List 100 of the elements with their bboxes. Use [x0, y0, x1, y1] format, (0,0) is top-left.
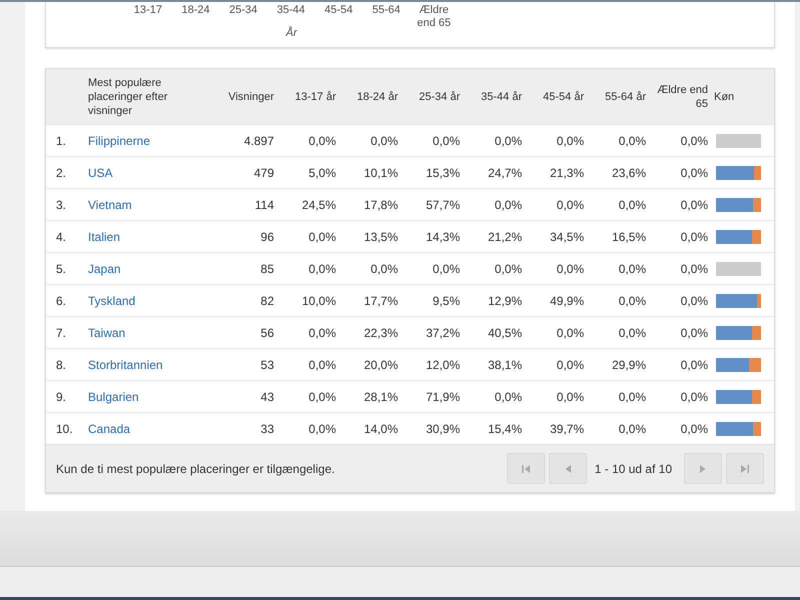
rank-number: 3. — [55, 198, 66, 212]
age-percentage: 15,3% — [426, 166, 460, 180]
place-link[interactable]: Storbritannien — [88, 358, 163, 372]
place-link[interactable]: USA — [88, 166, 113, 180]
age-percentage: 17,8% — [364, 198, 398, 212]
place-link[interactable]: Bulgarien — [88, 390, 139, 404]
rank-number: 7. — [55, 326, 66, 340]
views-count: 4.897 — [244, 134, 274, 148]
views-count: 82 — [260, 294, 274, 308]
column-header: Mest populære placeringer efter visninger — [88, 76, 168, 116]
views-count: 96 — [260, 230, 274, 244]
views-count: 43 — [260, 390, 274, 404]
age-percentage: 0,0% — [618, 390, 646, 404]
age-percentage: 0,0% — [308, 422, 336, 436]
age-percentage: 39,7% — [550, 422, 584, 436]
age-percentage: 12,0% — [426, 358, 460, 372]
age-percentage: 49,9% — [550, 294, 584, 308]
axis-title: År — [286, 27, 297, 39]
age-percentage: 20,0% — [364, 358, 398, 372]
place-link[interactable]: Canada — [88, 422, 130, 436]
age-percentage: 17,7% — [364, 294, 398, 308]
age-percentage: 0,0% — [556, 198, 584, 212]
age-percentage: 0,0% — [494, 262, 522, 276]
axis-label: 18-24 — [180, 4, 211, 18]
views-count: 56 — [260, 326, 274, 340]
age-percentage: 57,7% — [426, 198, 460, 212]
age-percentage: 0,0% — [680, 198, 708, 212]
age-percentage: 0,0% — [308, 390, 336, 404]
age-percentage: 0,0% — [680, 294, 708, 308]
column-header: Ældre end 65 — [657, 84, 708, 110]
column-header: 25-34 år — [419, 90, 460, 102]
rank-number: 5. — [55, 262, 66, 276]
age-percentage: 23,6% — [612, 166, 646, 180]
views-count: 114 — [254, 198, 274, 212]
axis-label: 35-44 — [276, 4, 306, 18]
axis-label: 25-34 — [228, 4, 258, 18]
column-header: Visninger — [228, 90, 274, 102]
place-link[interactable]: Taiwan — [88, 326, 126, 340]
age-percentage: 10,0% — [302, 294, 336, 308]
age-percentage: 24,7% — [488, 166, 522, 180]
age-percentage: 0,0% — [494, 134, 522, 148]
age-percentage: 0,0% — [370, 262, 398, 276]
page-range: 1 - 10 ud af 10 — [594, 462, 672, 476]
age-percentage: 0,0% — [680, 326, 708, 340]
footer-note: Kun de ti mest populære placeringer er tilgængelige. — [56, 462, 336, 476]
rank-number: 6. — [55, 294, 66, 308]
age-percentage: 71,9% — [426, 390, 460, 404]
column-header: 18-24 år — [357, 90, 398, 102]
age-percentage: 14,3% — [426, 230, 460, 244]
axis-label: 45-54 — [324, 4, 354, 18]
age-percentage: 0,0% — [308, 134, 336, 148]
age-percentage: 29,9% — [612, 358, 646, 372]
column-header: 55-64 år — [605, 90, 646, 102]
age-percentage: 0,0% — [680, 422, 708, 436]
axis-label: 13-17 — [132, 4, 164, 18]
age-percentage: 14,0% — [364, 422, 398, 436]
age-percentage: 5,0% — [308, 166, 336, 180]
views-count: 53 — [260, 358, 274, 372]
age-percentage: 0,0% — [618, 134, 646, 148]
age-percentage: 0,0% — [494, 390, 522, 404]
age-percentage: 30,9% — [426, 422, 460, 436]
rank-number: 10. — [55, 422, 73, 436]
column-header: 13-17 år — [295, 90, 336, 102]
age-percentage: 0,0% — [556, 326, 584, 340]
age-percentage: 0,0% — [432, 262, 460, 276]
place-link[interactable]: Italien — [88, 230, 120, 244]
age-percentage: 10,1% — [364, 166, 398, 180]
column-header: Køn — [714, 90, 734, 102]
age-percentage: 38,1% — [488, 358, 522, 372]
place-link[interactable]: Tyskland — [88, 294, 136, 308]
last-page-icon — [740, 464, 750, 474]
rank-number: 1. — [55, 134, 66, 148]
next-page-icon — [698, 464, 708, 474]
age-percentage: 0,0% — [680, 390, 708, 404]
age-percentage: 0,0% — [556, 358, 584, 372]
place-link[interactable]: Vietnam — [88, 198, 132, 212]
rank-number: 4. — [55, 230, 66, 244]
axis-label: Ældre end 65 — [416, 4, 452, 30]
age-percentage: 24,5% — [302, 198, 336, 212]
first-page-icon — [520, 464, 531, 474]
age-percentage: 21,2% — [488, 230, 522, 244]
age-percentage: 0,0% — [494, 198, 522, 212]
views-count: 479 — [254, 166, 274, 180]
rank-number: 9. — [55, 390, 66, 404]
age-percentage: 0,0% — [618, 422, 646, 436]
age-percentage: 0,0% — [680, 262, 708, 276]
age-percentage: 9,5% — [432, 294, 460, 308]
age-percentage: 0,0% — [308, 358, 336, 372]
place-link[interactable]: Japan — [88, 262, 121, 276]
age-percentage: 0,0% — [370, 134, 398, 148]
place-link[interactable]: Filippinerne — [88, 134, 150, 148]
age-percentage: 0,0% — [618, 326, 646, 340]
age-percentage: 40,5% — [488, 326, 522, 340]
age-percentage: 0,0% — [680, 230, 708, 244]
rank-number: 8. — [55, 358, 66, 372]
age-percentage: 0,0% — [680, 166, 708, 180]
column-header: 35-44 år — [481, 90, 522, 102]
views-count: 85 — [260, 262, 274, 276]
age-percentage: 0,0% — [308, 326, 336, 340]
views-count: 33 — [260, 422, 274, 436]
